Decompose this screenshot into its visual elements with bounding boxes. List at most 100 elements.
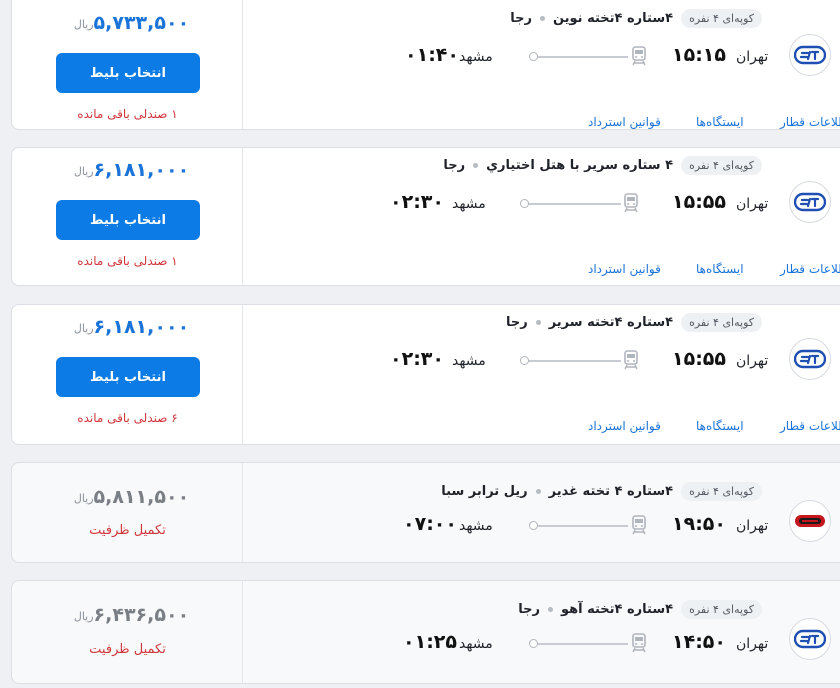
arrival-city: مشهد: [452, 196, 486, 212]
separator-dot: [535, 320, 541, 325]
refund-rules-link[interactable]: قوانین استرداد: [588, 262, 661, 276]
stations-link[interactable]: ایستگاه‌ها: [696, 419, 744, 433]
coupe-badge: کوپه‌ای ۴ نفره: [681, 156, 762, 175]
departure-time: ۱۵:۱۵: [672, 44, 726, 66]
sold-out-label: تکمیل ظرفیت: [89, 523, 166, 538]
sold-out-label: تکمیل ظرفیت: [89, 642, 166, 657]
departure-city: تهران: [736, 196, 769, 212]
ticket-title-row: کوپه‌ای ۴ نفره ۴ستاره ۴تخته آهو رجا: [518, 600, 762, 619]
separator-dot: [547, 607, 553, 612]
train-info-link[interactable]: اطلاعات قطار: [780, 419, 840, 433]
price-amount: ۵,۸۱۱,۵۰۰: [93, 486, 190, 508]
arrival-time: ۰۲:۳۰: [390, 348, 444, 370]
train-name: ۴ ستاره سرير با هتل اختياري: [486, 158, 674, 173]
ticket-price: ۶,۱۸۱,۰۰۰ریال: [12, 159, 243, 181]
price-amount: ۶,۴۳۶,۵۰۰: [93, 604, 190, 626]
company-name: ریل ترابر سبا: [441, 484, 528, 499]
departure-city: تهران: [736, 636, 769, 652]
price-column: ۶,۱۸۱,۰۰۰ریال ۱ صندلی باقی مانده انتخاب بل…: [12, 148, 243, 285]
company-name: رجا: [518, 602, 540, 617]
ticket-card: کوپه‌ای ۴ نفره ۴ستاره ۴تخته نوین رجا تهران ۱…: [11, 0, 840, 130]
price-amount: ۵,۷۳۳,۵۰۰: [93, 12, 190, 34]
ticket-price: ۶,۴۳۶,۵۰۰ریال: [12, 604, 243, 626]
coupe-badge: کوپه‌ای ۴ نفره: [681, 600, 762, 619]
route-end-circle: [529, 52, 538, 61]
ticket-title-row: کوپه‌ای ۴ نفره ۴ ستاره سرير با هتل اختيار…: [443, 156, 762, 175]
price-column: ۶,۴۳۶,۵۰۰ریال تکمیل ظرفیت: [12, 581, 243, 683]
separator-dot: [539, 16, 545, 21]
train-name: ۴ستاره ۴تخته آهو: [560, 602, 674, 617]
train-info-link[interactable]: اطلاعات قطار: [780, 262, 840, 276]
departure-city: تهران: [736, 518, 769, 534]
arrival-city: مشهد: [459, 49, 493, 65]
seats-remaining: ۱ صندلی باقی مانده: [77, 254, 178, 268]
route-end-circle: [520, 199, 529, 208]
route-end-circle: [529, 639, 538, 648]
route-end-circle: [529, 521, 538, 530]
refund-rules-link[interactable]: قوانین استرداد: [588, 419, 661, 433]
train-name: ۴ستاره ۴تخته نوین: [552, 11, 674, 26]
departure-time: ۱۵:۵۵: [672, 348, 726, 370]
departure-time: ۱۵:۵۵: [672, 191, 726, 213]
arrival-city: مشهد: [459, 518, 493, 534]
train-icon: [622, 350, 640, 370]
ticket-card: کوپه‌ای ۴ نفره ۴ستاره ۴ تخته غدیر ریل تراب…: [11, 462, 840, 563]
stations-link[interactable]: ایستگاه‌ها: [696, 262, 744, 276]
refund-rules-link[interactable]: قوانین استرداد: [588, 115, 661, 129]
route-line: [534, 56, 628, 58]
train-name: ۴ستاره ۴تخته سرير: [548, 315, 674, 330]
departure-city: تهران: [736, 353, 769, 369]
arrival-time: ۰۱:۴۰: [405, 44, 459, 66]
separator-dot: [473, 163, 479, 168]
ticket-card: کوپه‌ای ۴ نفره ۴ستاره ۴تخته آهو رجا تهران ۱۴…: [11, 580, 840, 684]
price-currency: ریال: [73, 322, 94, 335]
separator-dot: [535, 489, 541, 494]
stations-link[interactable]: ایستگاه‌ها: [696, 115, 744, 129]
departure-time: ۱۴:۵۰: [672, 631, 726, 653]
price-column: ۶,۱۸۱,۰۰۰ریال ۶ صندلی باقی مانده انتخاب بل…: [12, 305, 243, 444]
ticket-list: کوپه‌ای ۴ نفره ۴ستاره ۴تخته نوین رجا تهران ۱…: [0, 0, 840, 688]
price-amount: ۶,۱۸۱,۰۰۰: [93, 316, 190, 338]
route-line: [534, 525, 628, 527]
arrival-time: ۰۷:۰۰: [403, 513, 457, 535]
arrival-city: مشهد: [459, 636, 493, 652]
arrival-time: ۰۱:۲۵: [403, 631, 457, 653]
company-name: رجا: [505, 315, 528, 330]
train-info-link[interactable]: اطلاعات قطار: [780, 115, 840, 129]
ticket-title-row: کوپه‌ای ۴ نفره ۴ستاره ۴تخته سرير رجا: [506, 313, 762, 332]
company-name: رجا: [510, 11, 532, 26]
route-end-circle: [520, 356, 529, 365]
arrival-time: ۰۲:۳۰: [390, 191, 444, 213]
price-currency: ریال: [73, 492, 94, 505]
coupe-badge: کوپه‌ای ۴ نفره: [681, 9, 762, 28]
price-amount: ۶,۱۸۱,۰۰۰: [93, 159, 190, 181]
route-line: [525, 360, 621, 362]
price-currency: ریال: [73, 18, 94, 31]
price-currency: ریال: [73, 610, 94, 623]
ticket-price: ۶,۱۸۱,۰۰۰ریال: [12, 316, 243, 338]
ticket-title-row: کوپه‌ای ۴ نفره ۴ستاره ۴ تخته غدیر ریل تراب…: [441, 482, 762, 501]
seats-remaining: ۶ صندلی باقی مانده: [77, 411, 178, 425]
train-name: ۴ستاره ۴ تخته غدیر: [548, 484, 674, 499]
select-ticket-button[interactable]: انتخاب بلیط: [56, 200, 200, 240]
coupe-badge: کوپه‌ای ۴ نفره: [681, 313, 762, 332]
departure-city: تهران: [736, 49, 769, 65]
arrival-city: مشهد: [452, 353, 486, 369]
select-ticket-button[interactable]: انتخاب بلیط: [56, 357, 200, 397]
ticket-title-row: کوپه‌ای ۴ نفره ۴ستاره ۴تخته نوین رجا: [510, 9, 762, 28]
route-line: [525, 203, 621, 205]
route-line: [534, 643, 628, 645]
price-currency: ریال: [73, 165, 94, 178]
ticket-price: ۵,۷۳۳,۵۰۰ریال: [12, 12, 243, 34]
ticket-card: کوپه‌ای ۴ نفره ۴ ستاره سرير با هتل اختيار…: [11, 147, 840, 286]
price-column: ۵,۸۱۱,۵۰۰ریال تکمیل ظرفیت: [12, 463, 243, 562]
seats-remaining: ۱ صندلی باقی مانده: [77, 107, 178, 121]
train-icon: [622, 193, 640, 213]
train-icon: [630, 515, 648, 535]
select-ticket-button[interactable]: انتخاب بلیط: [56, 53, 200, 93]
train-icon: [630, 633, 648, 653]
train-icon: [630, 46, 648, 66]
departure-time: ۱۹:۵۰: [672, 513, 726, 535]
ticket-card: کوپه‌ای ۴ نفره ۴ستاره ۴تخته سرير رجا تهران ۱…: [11, 304, 840, 445]
price-column: ۵,۷۳۳,۵۰۰ریال ۱ صندلی باقی مانده انتخاب بل…: [12, 0, 243, 129]
